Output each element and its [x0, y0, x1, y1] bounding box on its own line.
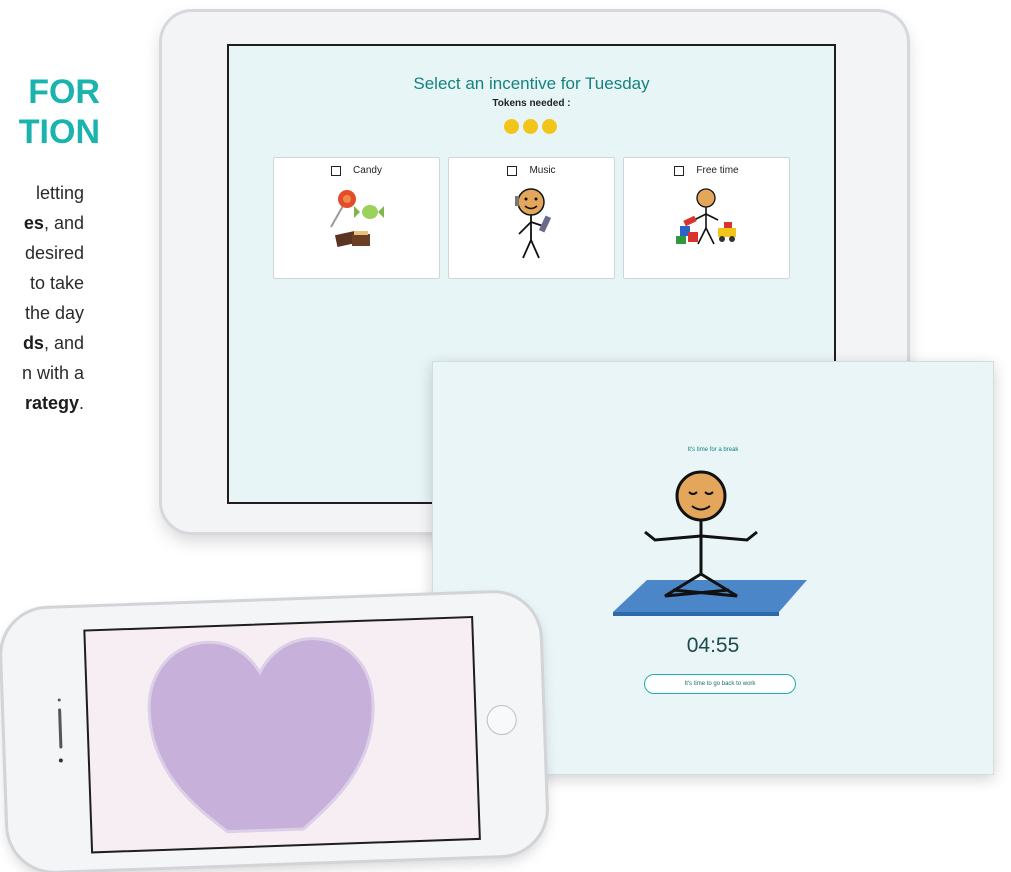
token-dot	[542, 119, 557, 134]
candy-checkbox[interactable]	[331, 165, 342, 176]
speaker-grille	[58, 708, 63, 749]
body-line-8: rategy.	[24, 393, 84, 413]
home-button[interactable]	[486, 704, 518, 736]
iphone-device	[0, 591, 548, 872]
incentive-card-music[interactable]: Music	[448, 157, 615, 279]
incentive-label: Candy	[353, 165, 382, 176]
incentive-label: Free time	[696, 165, 739, 176]
back-to-work-button[interactable]: It's time to go back to work	[644, 674, 796, 694]
music-checkbox[interactable]	[507, 165, 518, 176]
section-heading: FOR TION	[0, 72, 100, 152]
heading-line-2: TION	[18, 113, 100, 151]
body-line-5: the day	[24, 303, 84, 323]
heart-screen	[83, 615, 481, 854]
body-line-4: to take	[29, 273, 84, 293]
body-line-1: letting	[35, 183, 84, 203]
token-dot	[504, 119, 519, 134]
sensor-dot	[57, 698, 61, 702]
break-message: It's time for a break	[687, 447, 739, 453]
incentive-card-free-time[interactable]: Free time	[623, 157, 790, 279]
heading-line-1: FOR	[28, 73, 100, 111]
body-line-3: desired	[24, 243, 84, 263]
incentive-label: Music	[529, 165, 556, 176]
body-line-7: n with a	[21, 363, 84, 383]
free-time-toys-icon	[676, 188, 736, 245]
body-line-2: es, and	[23, 213, 84, 233]
tokens-needed-label: Tokens needed :	[492, 98, 571, 109]
music-person-icon	[515, 188, 552, 259]
heart-icon	[147, 637, 375, 834]
body-line-6: ds, and	[22, 333, 84, 353]
free-time-checkbox[interactable]	[674, 165, 685, 176]
camera-dot	[58, 758, 63, 763]
incentive-title: Select an incentive for Tuesday	[413, 74, 650, 93]
section-body: letting es, and desired to take the day …	[0, 178, 84, 418]
incentive-card-candy[interactable]: Candy	[273, 157, 440, 279]
token-indicator	[504, 119, 557, 134]
meditating-person-icon	[613, 470, 807, 616]
candy-icon	[330, 190, 384, 247]
token-dot	[523, 119, 538, 134]
